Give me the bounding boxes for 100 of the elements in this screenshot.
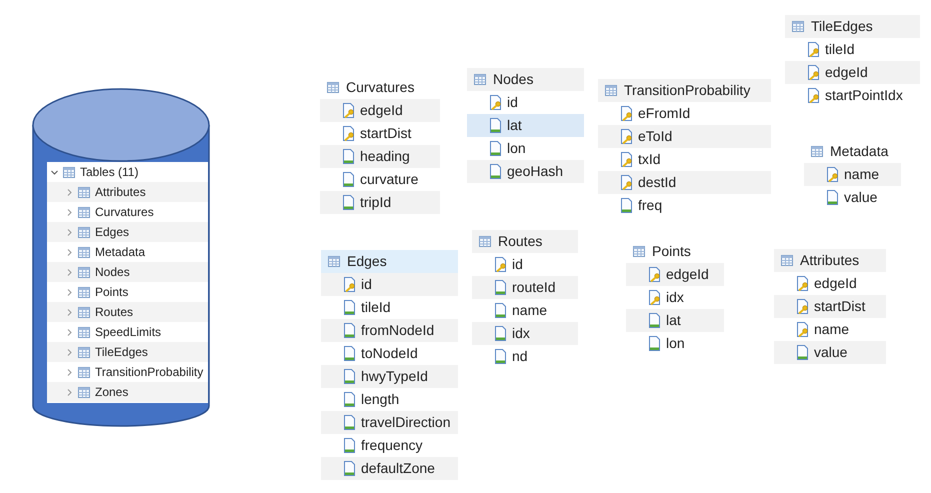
column-name: edgeId [666,265,709,284]
tree-item-label: TileEdges [95,344,148,361]
column-name: lon [507,139,526,158]
column-name: destId [638,173,676,192]
table-header[interactable]: Nodes [467,68,584,91]
column-row[interactable]: eToId [598,125,771,148]
tree-item-label: Attributes [95,184,146,201]
expand-chevron-icon[interactable] [66,348,73,356]
column-name: edgeId [825,63,868,82]
tree-item-label: Curvatures [95,204,154,221]
tree-item-label: Metadata [95,244,146,261]
column-row[interactable]: value [774,341,886,364]
table-icon [78,346,90,358]
table-name: Points [652,242,691,261]
table-icon [63,166,75,178]
table-icon [792,21,804,32]
expand-chevron-icon[interactable] [66,288,73,296]
column-name: startPointIdx [825,86,903,105]
tree-item-label: Tables (11) [80,164,138,181]
expand-chevron-icon[interactable] [66,188,73,196]
column-name: id [507,93,518,112]
column-name: freq [638,196,662,215]
tree-item[interactable]: TileEdges [47,342,208,362]
table-header[interactable]: TransitionProbability [598,79,771,102]
table-name: Metadata [830,142,888,161]
column-name: travelDirection [361,413,450,432]
column-row[interactable]: lat [467,114,584,137]
tree-item-label: TransitionProbability [95,364,204,381]
expand-chevron-icon[interactable] [66,388,73,396]
column-name: toNodeId [361,344,418,363]
column-name: nd [512,347,528,366]
table-icon [327,82,339,93]
table-icon [781,255,793,266]
expand-chevron-icon[interactable] [66,228,73,236]
column-row[interactable]: routeId [472,276,578,299]
column-name: value [844,188,878,207]
tree-item-label: Nodes [95,264,130,281]
table-name: Edges [347,252,387,271]
tree-item[interactable]: Nodes [47,262,208,282]
tree-item-label: Edges [95,224,130,241]
expand-chevron-icon[interactable] [66,268,73,276]
column-row[interactable]: tripId [320,191,440,214]
column-name: heading [360,147,410,166]
column-name: defaultZone [361,459,435,478]
column-name: tileId [361,298,391,317]
column-row[interactable]: travelDirection [321,411,458,434]
column-row[interactable]: defaultZone [321,457,458,480]
tree-item-label: Routes [95,304,134,321]
column-name: frequency [361,436,422,455]
table-icon [479,236,491,247]
table-icon [811,146,823,157]
column-row[interactable]: fromNodeId [321,319,458,342]
column-name: curvature [360,170,418,189]
column-row[interactable]: geoHash [467,160,584,183]
column-row[interactable]: heading [320,145,440,168]
column-name: eToId [638,127,672,146]
column-row[interactable]: edgeId [320,99,440,122]
tree-item[interactable]: Tables (11) [47,162,208,182]
expand-chevron-icon[interactable] [66,368,73,376]
table-icon [78,226,90,238]
expand-chevron-icon[interactable] [66,328,73,336]
column-row[interactable]: startDist [774,295,886,318]
column-row[interactable]: destId [598,171,771,194]
tree-item[interactable]: Zones [47,382,208,402]
collapse-chevron-icon[interactable] [51,168,58,176]
table-icon [78,206,90,218]
table-header[interactable]: Routes [472,230,578,253]
table-icon [78,286,90,298]
column-name: id [512,255,523,274]
table-name: TransitionProbability [624,81,750,100]
expand-chevron-icon[interactable] [66,308,73,316]
table-header[interactable]: Attributes [774,249,886,272]
column-row[interactable]: edgeId [785,61,920,84]
expand-chevron-icon[interactable] [66,248,73,256]
table-icon [78,306,90,318]
tree-item[interactable]: Routes [47,302,208,322]
column-name: length [361,390,400,409]
table-icon [605,85,617,96]
table-name: Routes [498,232,542,251]
column-name: txId [638,150,661,169]
column-name: id [361,275,372,294]
table-icon [78,326,90,338]
column-row[interactable]: lat [626,309,724,332]
column-row[interactable]: name [804,163,901,186]
table-header[interactable]: TileEdges [785,15,920,38]
table-header[interactable]: Edges [321,250,458,273]
column-name: geoHash [507,162,564,181]
expand-chevron-icon[interactable] [66,208,73,216]
column-name: lat [666,311,681,330]
tree-item-label: Zones [95,384,128,401]
column-name: idx [512,324,530,343]
tree-item[interactable]: Attributes [47,182,208,202]
column-row[interactable]: id [321,273,458,296]
table-icon [78,386,90,398]
column-name: lon [666,334,685,353]
column-name: fromNodeId [361,321,434,340]
column-row[interactable]: hwyTypeId [321,365,458,388]
column-row[interactable]: edgeId [626,263,724,286]
tree-item[interactable]: Edges [47,222,208,242]
column-row[interactable]: idx [472,322,578,345]
